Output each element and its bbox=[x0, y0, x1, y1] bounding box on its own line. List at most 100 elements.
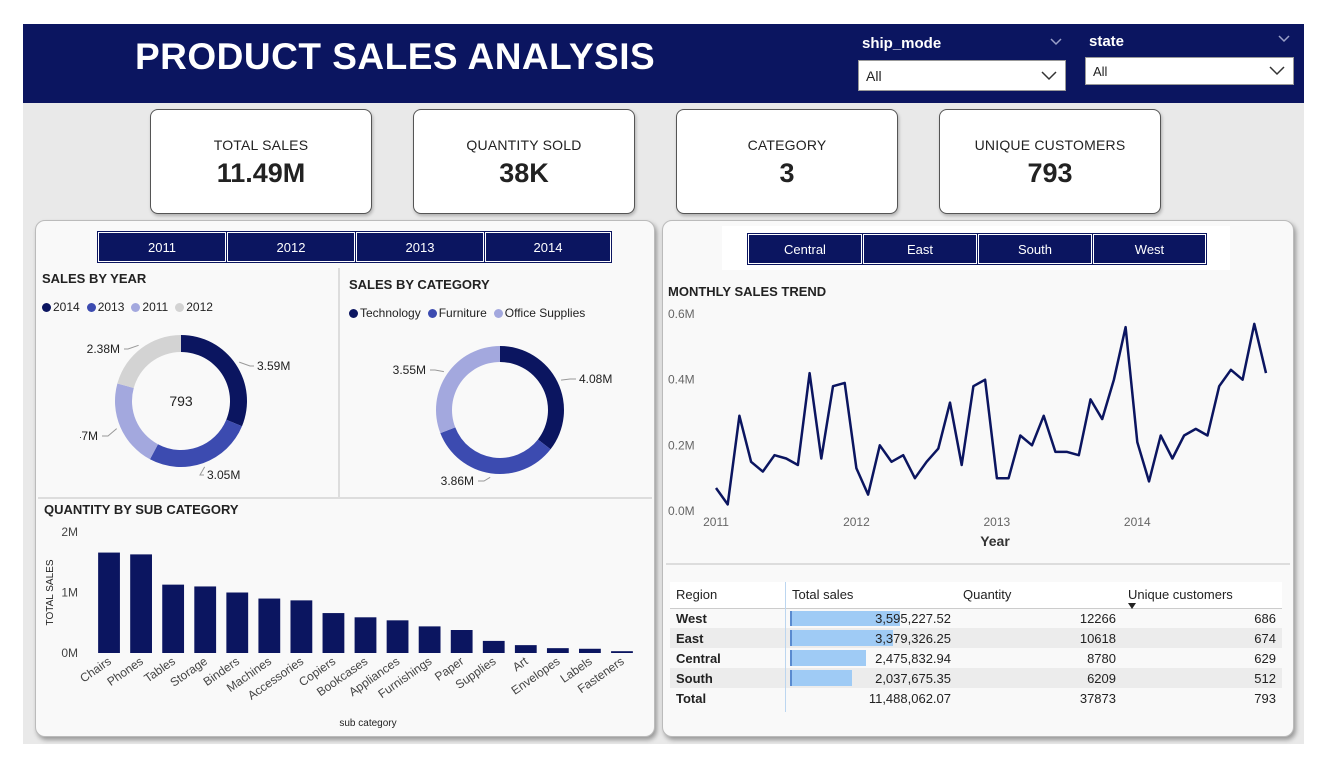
x-tick-label: Storage bbox=[167, 654, 210, 690]
quantity-by-subcategory-chart: 0M1M2MTOTAL SALESChairsPhonesTablesStora… bbox=[45, 525, 633, 729]
leader-line bbox=[124, 344, 139, 350]
kpi-label: CATEGORY bbox=[747, 137, 827, 153]
slice-label: 2.38M bbox=[87, 342, 120, 356]
leader-line bbox=[199, 466, 206, 476]
x-axis-label: sub category bbox=[339, 718, 396, 729]
chevron-down-icon[interactable] bbox=[1050, 38, 1062, 46]
bar-storage bbox=[194, 586, 217, 653]
sales-by-category-donut: 4.08M 3.86M 3.55M bbox=[393, 346, 612, 488]
kpi-value: 38K bbox=[499, 158, 549, 188]
bar-bookcases bbox=[354, 617, 377, 653]
bar-furnishings bbox=[418, 626, 441, 653]
cell-region: Total bbox=[676, 690, 707, 706]
x-tick-label: 2011 bbox=[703, 515, 729, 529]
column-header-unique-customers[interactable]: Unique customers bbox=[1122, 582, 1282, 609]
region-table: Region Total sales Quantity Unique custo… bbox=[670, 582, 1282, 708]
table-row[interactable]: South 2,037,675.35 6209 512 bbox=[670, 668, 1282, 688]
x-axis-label: Year bbox=[980, 533, 1010, 549]
bar-labels bbox=[579, 648, 601, 653]
bar-accessories bbox=[290, 600, 313, 653]
ship-mode-dropdown[interactable]: All bbox=[858, 60, 1066, 91]
cell-quantity: 10618 bbox=[957, 628, 1122, 648]
year-tab-2013[interactable]: 2013 bbox=[355, 231, 485, 263]
x-tick-label: 2014 bbox=[1124, 515, 1151, 529]
cell-quantity: 12266 bbox=[1079, 610, 1116, 626]
legend-item: 2014 bbox=[42, 300, 80, 314]
region-tab-west[interactable]: West bbox=[1092, 233, 1207, 265]
sort-descending-icon[interactable] bbox=[1128, 602, 1136, 609]
region-tab-east[interactable]: East bbox=[862, 233, 978, 265]
cell-quantity: 8780 bbox=[1087, 650, 1116, 666]
monthly-sales-trend-chart: 0.0M 0.2M 0.4M 0.6M 2011 2012 2013 2014 Year bbox=[668, 307, 1268, 549]
kpi-label: QUANTITY SOLD bbox=[466, 137, 582, 153]
column-divider bbox=[785, 582, 786, 712]
divider bbox=[666, 563, 1290, 565]
x-tick-label: 2013 bbox=[983, 515, 1010, 529]
slice-label: 3.05M bbox=[207, 468, 240, 482]
y-axis-label: TOTAL SALES bbox=[45, 559, 56, 625]
sales-by-year-donut: 3.59M 3.05M 2.47M 2.38M 793 bbox=[80, 335, 290, 482]
kpi-value: 11.49M bbox=[216, 158, 306, 188]
donut-slice-2012 bbox=[117, 335, 181, 388]
ship-mode-label: ship_mode bbox=[862, 35, 942, 52]
column-header-total-sales[interactable]: Total sales bbox=[786, 582, 957, 609]
y-tick-label: 0.6M bbox=[668, 307, 695, 321]
cell-quantity: 37873 bbox=[1079, 690, 1116, 706]
donut-slice-technology bbox=[500, 346, 564, 450]
donut-slice-2011 bbox=[115, 383, 158, 460]
legend-item: Office Supplies bbox=[493, 306, 585, 320]
donut-slice-2014 bbox=[181, 335, 247, 427]
y-tick-label: 0.2M bbox=[668, 438, 695, 452]
year-tab-2014[interactable]: 2014 bbox=[484, 231, 612, 263]
bar-phones bbox=[130, 554, 152, 653]
kpi-value: 793 bbox=[1027, 158, 1073, 188]
sales-by-year-title: SALES BY YEAR bbox=[42, 271, 147, 286]
leader-line bbox=[430, 369, 444, 373]
cell-unique-customers: 793 bbox=[1254, 690, 1276, 706]
year-tab-2012[interactable]: 2012 bbox=[226, 231, 356, 263]
column-header-quantity[interactable]: Quantity bbox=[957, 582, 1122, 609]
table-row[interactable]: Central 2,475,832.94 8780 629 bbox=[670, 648, 1282, 668]
page-title: PRODUCT SALES ANALYSIS bbox=[135, 36, 656, 77]
bar-tables bbox=[162, 584, 185, 653]
region-tab-central[interactable]: Central bbox=[747, 233, 863, 265]
legend-item: 2011 bbox=[131, 300, 168, 314]
bar-art bbox=[514, 645, 537, 653]
table-row[interactable]: East 3,379,326.25 10618 674 bbox=[670, 628, 1282, 648]
column-header-region[interactable]: Region bbox=[670, 582, 786, 609]
slice-label: 3.86M bbox=[441, 474, 474, 488]
cell-unique-customers: 674 bbox=[1122, 628, 1282, 648]
cell-total-sales: 3,379,326.25 bbox=[786, 628, 957, 648]
state-dropdown[interactable]: All bbox=[1085, 57, 1294, 85]
bar-chairs bbox=[98, 552, 120, 653]
cell-region: Central bbox=[676, 650, 721, 666]
legend-item: 2012 bbox=[175, 300, 213, 314]
kpi-label: TOTAL SALES bbox=[213, 137, 309, 153]
table-total-row: Total 11,488,062.07 37873 793 bbox=[670, 688, 1282, 708]
table-row[interactable]: West 3,595,227.52 12266 686 bbox=[670, 608, 1282, 628]
slice-label: 3.59M bbox=[257, 359, 290, 373]
bar-envelopes bbox=[546, 648, 569, 653]
divider bbox=[38, 497, 652, 499]
kpi-category: CATEGORY 3 bbox=[676, 109, 898, 214]
cell-unique-customers: 512 bbox=[1122, 668, 1282, 688]
bar-binders bbox=[226, 592, 249, 653]
sales-by-year-legend: 2014 2013 2011 2012 bbox=[42, 300, 216, 314]
y-tick-label: 2M bbox=[61, 525, 78, 539]
y-tick-label: 0.4M bbox=[668, 373, 695, 387]
divider bbox=[338, 268, 340, 497]
leader-line bbox=[561, 378, 576, 381]
series-line bbox=[714, 322, 1268, 506]
year-tab-2011[interactable]: 2011 bbox=[97, 231, 227, 263]
table-header-row: Region Total sales Quantity Unique custo… bbox=[670, 582, 1282, 609]
kpi-value: 3 bbox=[779, 158, 795, 188]
chevron-down-icon[interactable] bbox=[1278, 35, 1290, 43]
ship-mode-value: All bbox=[866, 67, 882, 84]
bar-paper bbox=[450, 630, 473, 653]
donut-center-label: 793 bbox=[169, 393, 193, 409]
monthly-sales-trend-title: MONTHLY SALES TREND bbox=[668, 284, 827, 299]
x-tick-label: Art bbox=[510, 654, 531, 675]
region-tab-south[interactable]: South bbox=[977, 233, 1093, 265]
bar-copiers bbox=[322, 613, 345, 653]
cell-unique-customers: 686 bbox=[1254, 610, 1276, 626]
